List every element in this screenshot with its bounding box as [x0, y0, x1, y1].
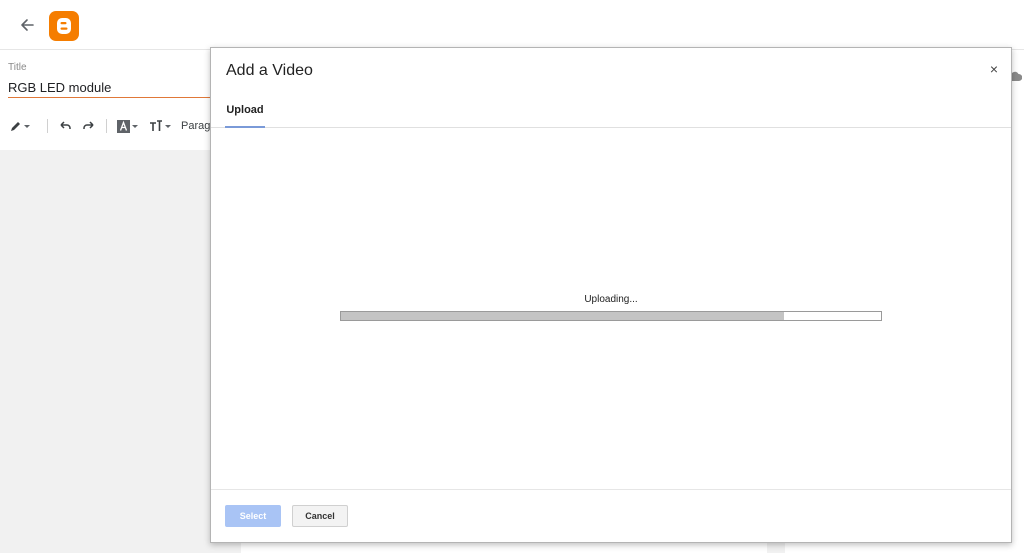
- font-size-button[interactable]: [149, 114, 171, 138]
- dialog-footer: Select Cancel: [211, 489, 1011, 542]
- paragraph-label: Parag: [181, 120, 211, 132]
- upload-progress-bar: [340, 311, 882, 321]
- toolbar-divider: [106, 119, 107, 133]
- dialog-title: Add a Video: [226, 62, 313, 79]
- tab-upload[interactable]: Upload: [225, 94, 265, 128]
- text-color-button[interactable]: [117, 114, 138, 138]
- dialog-tabbar: Upload: [211, 94, 1011, 128]
- font-size-icon: [150, 120, 162, 131]
- close-button[interactable]: ×: [987, 62, 1001, 76]
- chevron-down-icon: [165, 124, 171, 128]
- title-label: Title: [8, 62, 27, 73]
- post-title-input[interactable]: [8, 78, 214, 98]
- redo-icon: [83, 121, 94, 129]
- back-button[interactable]: [14, 12, 40, 38]
- upload-panel: Uploading...: [211, 129, 1011, 489]
- paragraph-format-dropdown[interactable]: Parag: [181, 114, 210, 138]
- upload-progress-fill: [341, 312, 784, 320]
- upload-status-text: Uploading...: [584, 294, 638, 305]
- arrow-left-icon: [21, 19, 34, 31]
- editor-toolbar: Parag: [0, 114, 214, 138]
- toolbar-divider: [47, 119, 48, 133]
- cancel-button[interactable]: Cancel: [292, 505, 348, 527]
- chevron-down-icon: [132, 124, 138, 128]
- pencil-icon: [11, 122, 20, 131]
- undo-icon: [60, 121, 71, 129]
- blogger-logo-icon[interactable]: [48, 10, 80, 42]
- app-bar: [0, 0, 1024, 50]
- pencil-mode-button[interactable]: [10, 114, 30, 138]
- undo-button[interactable]: [58, 114, 72, 138]
- add-video-dialog: Add a Video × Upload Uploading... Select…: [210, 47, 1012, 543]
- redo-button[interactable]: [82, 114, 96, 138]
- select-button[interactable]: Select: [225, 505, 281, 527]
- chevron-down-icon: [24, 124, 30, 128]
- text-color-icon: [117, 119, 130, 133]
